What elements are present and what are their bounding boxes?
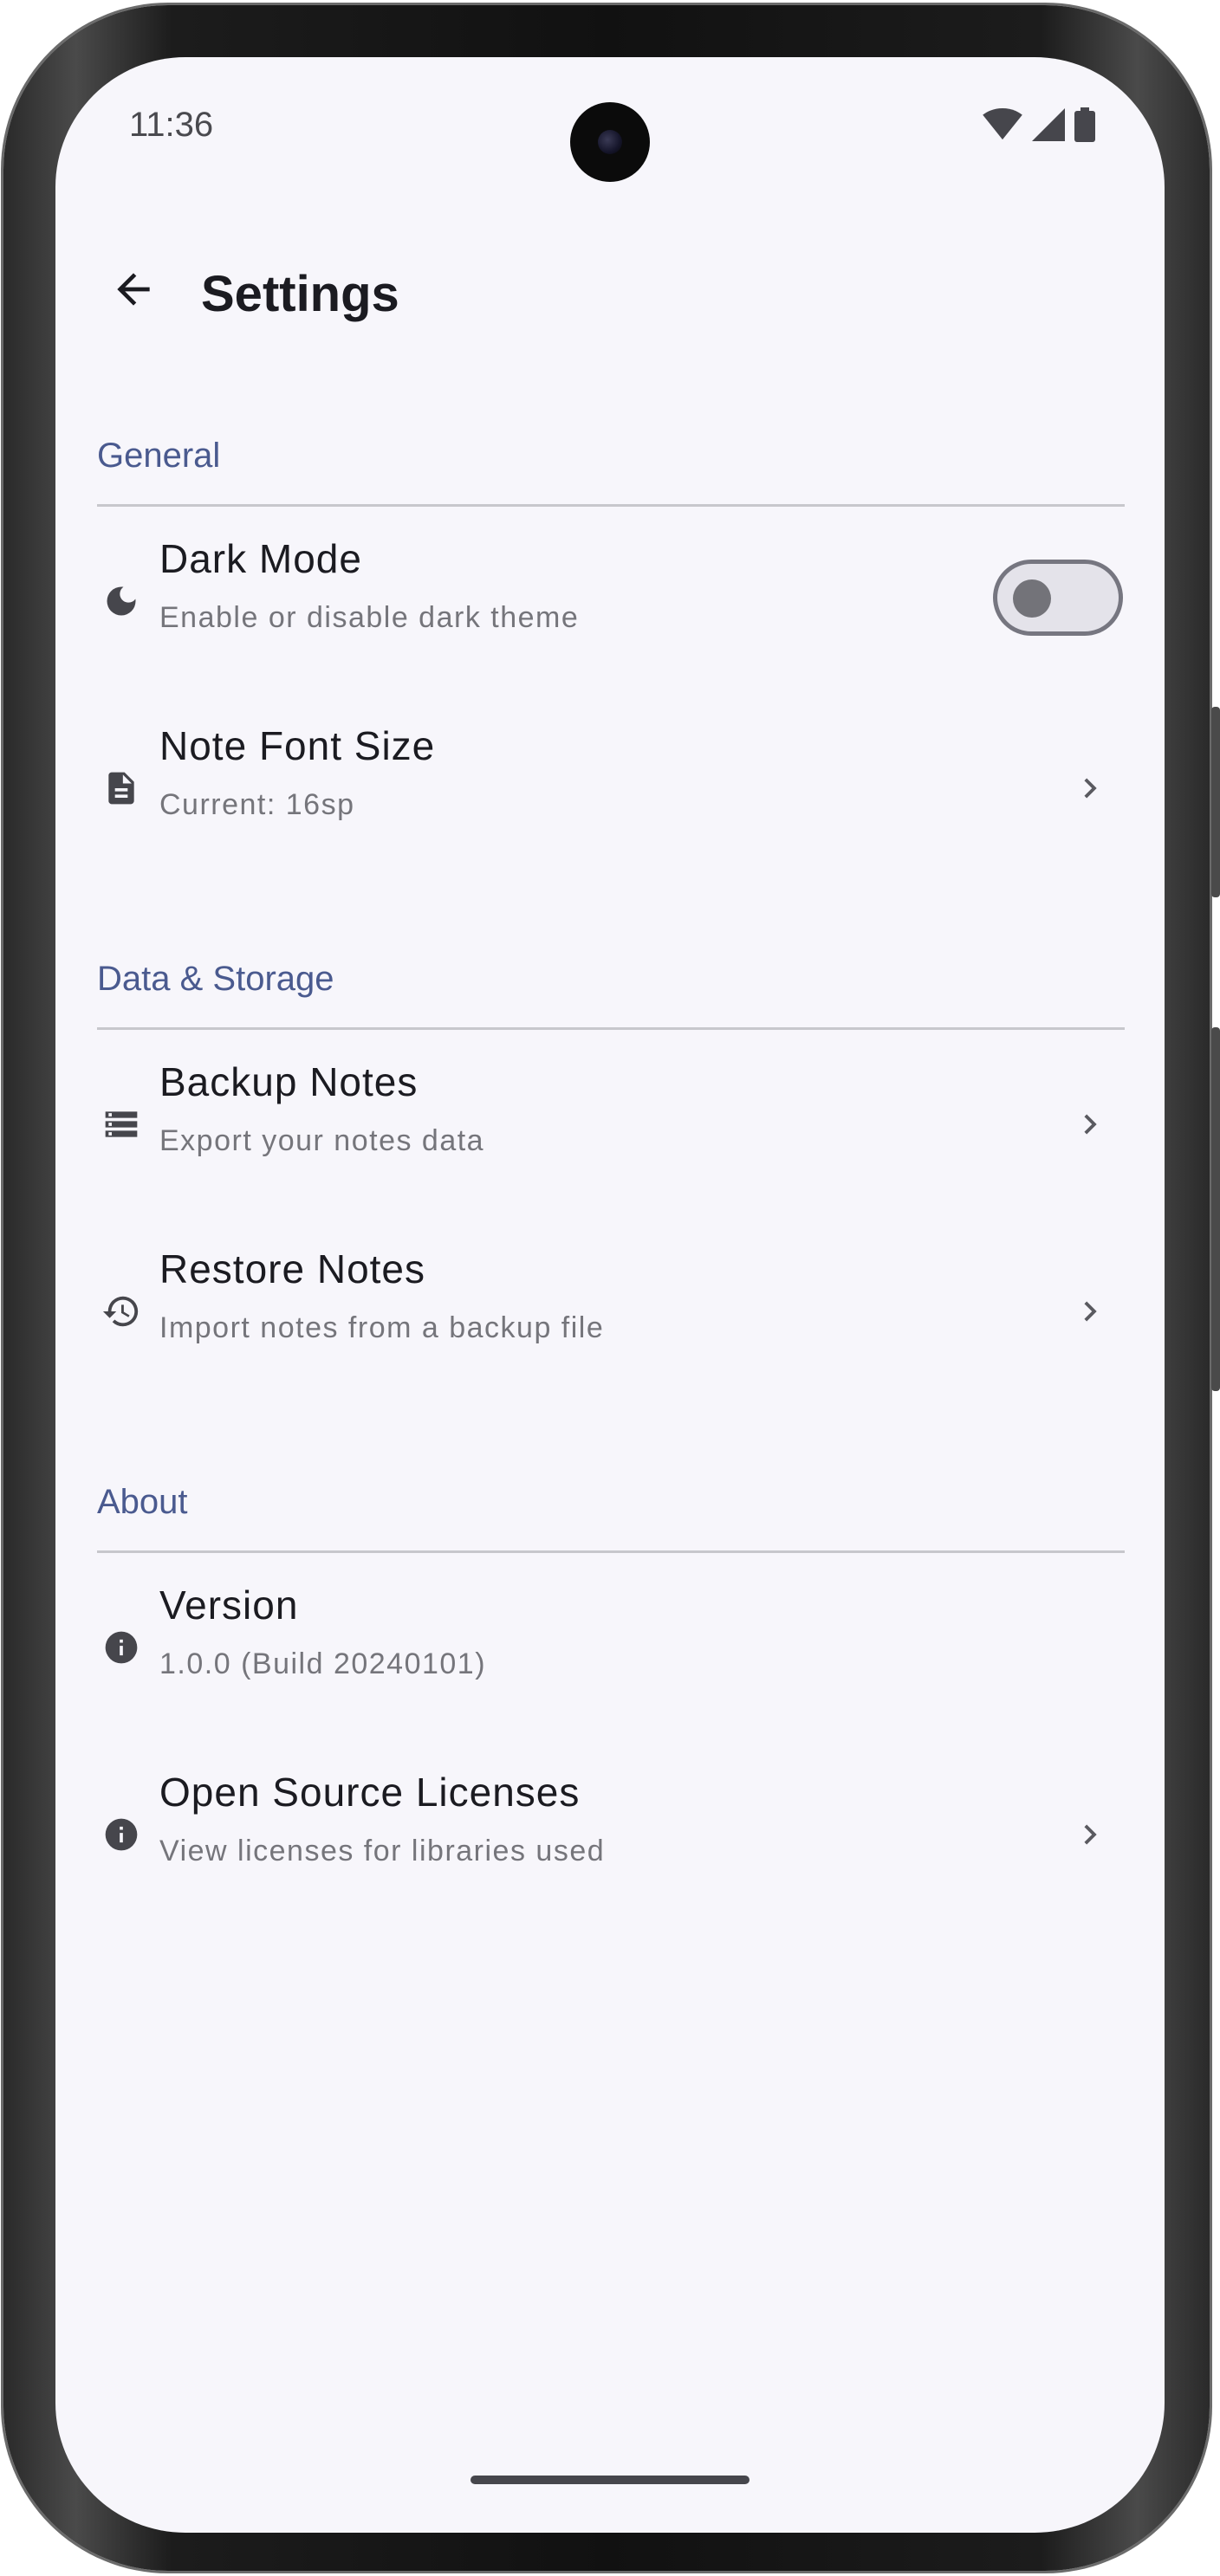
setting-title: Restore Notes: [159, 1246, 426, 1291]
setting-restore-notes[interactable]: Restore Notes Import notes from a backup…: [55, 1225, 1165, 1398]
screen: 11:36 Settings General Dark Mode Enable …: [55, 57, 1165, 2533]
setting-subtitle: Import notes from a backup file: [159, 1311, 605, 1344]
storage-icon: [97, 1100, 146, 1149]
setting-title: Version: [159, 1582, 299, 1628]
setting-subtitle: 1.0.0 (Build 20240101): [159, 1647, 487, 1680]
setting-subtitle: View licenses for libraries used: [159, 1835, 606, 1867]
setting-title: Backup Notes: [159, 1059, 419, 1104]
section-divider: [97, 1027, 1125, 1030]
setting-title: Note Font Size: [159, 723, 436, 768]
chevron-right-icon: [1069, 1814, 1111, 1855]
history-icon: [97, 1287, 146, 1336]
status-time: 11:36: [129, 106, 214, 144]
toggle-knob: [1013, 579, 1051, 618]
status-icons: [983, 107, 1095, 146]
section-divider: [97, 504, 1125, 507]
setting-backup-notes[interactable]: Backup Notes Export your notes data: [55, 1038, 1165, 1211]
document-icon: [97, 764, 146, 812]
setting-subtitle: Current: 16sp: [159, 788, 355, 821]
battery-icon: [1074, 107, 1095, 146]
page-title: Settings: [201, 266, 399, 322]
section-divider: [97, 1550, 1125, 1553]
setting-title: Dark Mode: [159, 536, 362, 581]
dark-mode-toggle[interactable]: [993, 560, 1123, 636]
info-icon: [97, 1623, 146, 1672]
wifi-icon: [983, 108, 1022, 146]
setting-subtitle: Enable or disable dark theme: [159, 601, 580, 634]
cellular-signal-icon: [1031, 108, 1066, 146]
volume-button: [1211, 1027, 1220, 1391]
setting-subtitle: Export your notes data: [159, 1124, 485, 1157]
front-camera: [570, 102, 650, 182]
setting-title: Open Source Licenses: [159, 1770, 581, 1815]
setting-note-font-size[interactable]: Note Font Size Current: 16sp: [55, 702, 1165, 875]
chevron-right-icon: [1069, 767, 1111, 809]
phone-frame: 11:36 Settings General Dark Mode Enable …: [3, 5, 1220, 2571]
arrow-back-icon: [109, 265, 158, 318]
chevron-right-icon: [1069, 1104, 1111, 1145]
setting-open-source-licenses[interactable]: Open Source Licenses View licenses for l…: [55, 1748, 1165, 1921]
section-header-general: General: [97, 437, 221, 475]
setting-dark-mode[interactable]: Dark Mode Enable or disable dark theme: [55, 515, 1165, 688]
top-app-bar: Settings: [55, 248, 1165, 334]
moon-icon: [97, 577, 146, 625]
power-button: [1211, 707, 1220, 897]
section-header-about: About: [97, 1483, 188, 1521]
section-header-data-storage: Data & Storage: [97, 960, 334, 998]
home-indicator[interactable]: [470, 2476, 750, 2484]
chevron-right-icon: [1069, 1291, 1111, 1332]
setting-version: Version 1.0.0 (Build 20240101): [55, 1561, 1165, 1734]
info-icon: [97, 1810, 146, 1859]
back-button[interactable]: [99, 256, 168, 326]
status-bar: 11:36: [55, 57, 1165, 196]
